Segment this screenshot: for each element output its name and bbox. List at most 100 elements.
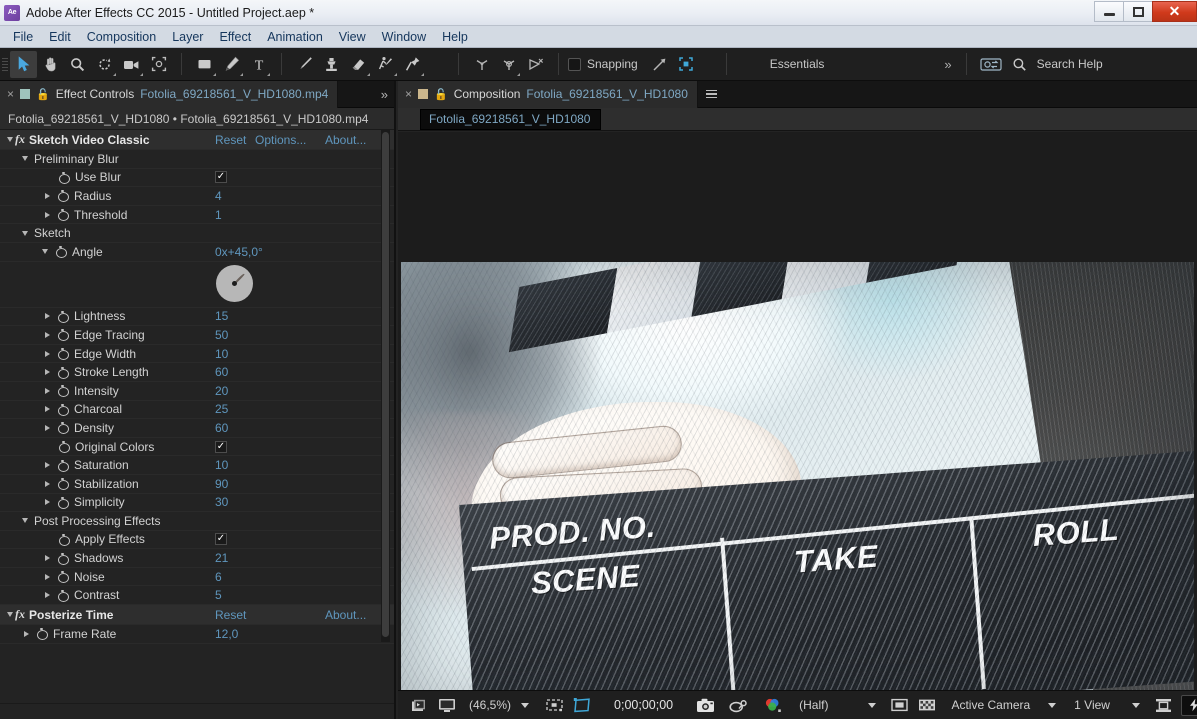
world-axis-mode-icon[interactable] bbox=[495, 51, 522, 78]
param-value[interactable]: 10 bbox=[215, 458, 228, 472]
param-group-post-processing-effects[interactable]: Post Processing Effects bbox=[0, 512, 394, 531]
param-stabilization[interactable]: Stabilization 90 bbox=[0, 475, 394, 494]
transparency-grid-icon[interactable] bbox=[406, 695, 433, 716]
menu-effect[interactable]: Effect bbox=[211, 28, 259, 46]
param-contrast[interactable]: Contrast 5 bbox=[0, 586, 394, 605]
disclosure-triangle-icon[interactable] bbox=[45, 574, 50, 580]
close-button[interactable]: ✕ bbox=[1152, 1, 1197, 22]
local-axis-mode-icon[interactable] bbox=[468, 51, 495, 78]
views-dropdown-chevron-down-icon[interactable] bbox=[1132, 703, 1140, 708]
selection-tool[interactable] bbox=[10, 51, 37, 78]
param-original-colors[interactable]: Original Colors ✓ bbox=[0, 438, 394, 457]
param-value[interactable]: 15 bbox=[215, 309, 228, 323]
stopwatch-icon[interactable] bbox=[57, 404, 68, 415]
channel-rgb-icon[interactable] bbox=[758, 695, 787, 716]
stopwatch-icon[interactable] bbox=[57, 460, 68, 471]
param-simplicity[interactable]: Simplicity 30 bbox=[0, 494, 394, 513]
search-icon[interactable] bbox=[1006, 51, 1033, 78]
param-frame-rate[interactable]: Frame Rate 12,0 bbox=[0, 625, 394, 644]
disclosure-triangle-icon[interactable] bbox=[45, 388, 50, 394]
about-link[interactable]: About... bbox=[325, 133, 366, 147]
lock-icon[interactable]: 🔓 bbox=[36, 88, 50, 101]
disclosure-triangle-icon[interactable] bbox=[45, 462, 50, 468]
stopwatch-icon[interactable] bbox=[57, 590, 68, 601]
pixel-aspect-icon[interactable] bbox=[1150, 695, 1177, 716]
param-value[interactable]: 30 bbox=[215, 495, 228, 509]
show-snapshot-icon[interactable] bbox=[724, 695, 754, 716]
main-view-icon[interactable] bbox=[433, 695, 461, 716]
stopwatch-icon[interactable] bbox=[57, 367, 68, 378]
param-noise[interactable]: Noise 6 bbox=[0, 568, 394, 587]
disclosure-triangle-icon[interactable] bbox=[45, 592, 50, 598]
pen-tool[interactable] bbox=[218, 51, 245, 78]
hand-tool[interactable] bbox=[37, 51, 64, 78]
eraser-tool[interactable] bbox=[345, 51, 372, 78]
checkbox[interactable]: ✓ bbox=[215, 441, 227, 453]
param-group-sketch[interactable]: Sketch bbox=[0, 224, 394, 243]
zoom-level[interactable]: (46,5%) bbox=[465, 698, 515, 712]
stopwatch-icon[interactable] bbox=[57, 311, 68, 322]
disclosure-triangle-icon[interactable] bbox=[45, 193, 50, 199]
menu-composition[interactable]: Composition bbox=[79, 28, 164, 46]
param-value[interactable]: 60 bbox=[215, 365, 228, 379]
view-axis-mode-icon[interactable] bbox=[522, 51, 549, 78]
disclosure-triangle-icon[interactable] bbox=[45, 351, 50, 357]
param-radius[interactable]: Radius 4 bbox=[0, 187, 394, 206]
menu-window[interactable]: Window bbox=[374, 28, 434, 46]
composition-viewer[interactable]: PROD. NO. SCENE TAKE ROLL bbox=[398, 132, 1197, 690]
param-group-preliminary-blur[interactable]: Preliminary Blur bbox=[0, 150, 394, 169]
param-edge-width[interactable]: Edge Width 10 bbox=[0, 345, 394, 364]
param-edge-tracing[interactable]: Edge Tracing 50 bbox=[0, 326, 394, 345]
disclosure-triangle-icon[interactable] bbox=[22, 231, 28, 236]
toolbar-grip[interactable] bbox=[2, 54, 10, 74]
param-value[interactable]: 0x+45,0° bbox=[215, 245, 263, 259]
stopwatch-icon[interactable] bbox=[55, 246, 66, 257]
disclosure-triangle-icon[interactable] bbox=[45, 406, 50, 412]
effect-controls-scrollbar[interactable] bbox=[381, 130, 390, 642]
reset-link[interactable]: Reset bbox=[215, 608, 246, 622]
disclosure-triangle-icon[interactable] bbox=[45, 499, 50, 505]
roto-brush-tool[interactable] bbox=[372, 51, 399, 78]
disclosure-triangle-icon[interactable] bbox=[7, 612, 13, 617]
zoom-tool[interactable] bbox=[64, 51, 91, 78]
param-value[interactable]: 10 bbox=[215, 347, 228, 361]
param-threshold[interactable]: Threshold 1 bbox=[0, 206, 394, 225]
stopwatch-icon[interactable] bbox=[58, 172, 69, 183]
minimize-button[interactable] bbox=[1094, 1, 1123, 22]
clone-stamp-tool[interactable] bbox=[318, 51, 345, 78]
stopwatch-icon[interactable] bbox=[57, 209, 68, 220]
param-value[interactable]: 6 bbox=[215, 570, 222, 584]
composition-canvas[interactable]: PROD. NO. SCENE TAKE ROLL bbox=[401, 262, 1194, 690]
stopwatch-icon[interactable] bbox=[57, 497, 68, 508]
menu-layer[interactable]: Layer bbox=[164, 28, 211, 46]
maximize-button[interactable] bbox=[1123, 1, 1152, 22]
param-value[interactable]: 20 bbox=[215, 384, 228, 398]
about-link[interactable]: About... bbox=[325, 608, 366, 622]
brush-tool[interactable] bbox=[291, 51, 318, 78]
param-value[interactable]: 60 bbox=[215, 421, 228, 435]
stopwatch-icon[interactable] bbox=[57, 553, 68, 564]
disclosure-triangle-icon[interactable] bbox=[7, 137, 13, 142]
checkbox[interactable]: ✓ bbox=[215, 533, 227, 545]
disclosure-triangle-icon[interactable] bbox=[24, 631, 29, 637]
param-lightness[interactable]: Lightness 15 bbox=[0, 308, 394, 327]
param-value[interactable]: 5 bbox=[215, 588, 222, 602]
pan-behind-tool[interactable] bbox=[145, 51, 172, 78]
param-use-blur[interactable]: Use Blur ✓ bbox=[0, 169, 394, 188]
stopwatch-icon[interactable] bbox=[36, 628, 47, 639]
param-value[interactable]: 90 bbox=[215, 477, 228, 491]
region-of-interest-icon[interactable] bbox=[568, 695, 596, 716]
region-toggle-icon[interactable] bbox=[886, 695, 913, 716]
disclosure-triangle-icon[interactable] bbox=[45, 313, 50, 319]
fast-previews-icon[interactable] bbox=[1181, 695, 1197, 716]
close-icon[interactable]: × bbox=[7, 88, 14, 100]
disclosure-triangle-icon[interactable] bbox=[45, 332, 50, 338]
menu-file[interactable]: File bbox=[5, 28, 41, 46]
sync-settings-icon[interactable] bbox=[976, 51, 1006, 78]
param-value[interactable]: 25 bbox=[215, 402, 228, 416]
camera-dropdown-chevron-down-icon[interactable] bbox=[1048, 703, 1056, 708]
param-density[interactable]: Density 60 bbox=[0, 419, 394, 438]
stopwatch-icon[interactable] bbox=[58, 441, 69, 452]
timecode[interactable]: 0;00;00;00 bbox=[608, 698, 679, 712]
stopwatch-icon[interactable] bbox=[57, 571, 68, 582]
